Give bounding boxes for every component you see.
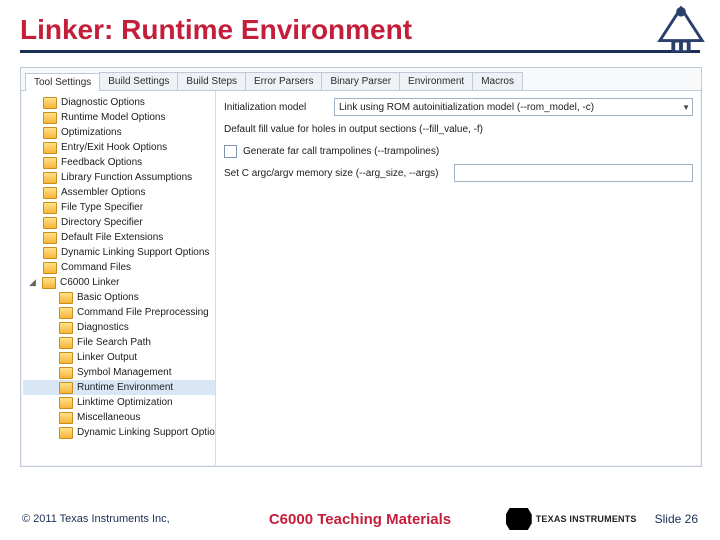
tree-label: Directory Specifier — [61, 217, 143, 228]
folder-icon — [43, 202, 57, 214]
tree-node[interactable]: Optimizations — [23, 125, 215, 140]
tree-node[interactable]: Basic Options — [23, 290, 215, 305]
tree-node[interactable]: Entry/Exit Hook Options — [23, 140, 215, 155]
tree-node[interactable]: Linker Output — [23, 350, 215, 365]
tree-label: Default File Extensions — [61, 232, 163, 243]
folder-icon — [43, 232, 57, 244]
folder-icon — [59, 322, 73, 334]
slide-footer: © 2011 Texas Instruments Inc, C6000 Teac… — [0, 508, 720, 530]
tree-label: Symbol Management — [77, 367, 172, 378]
tree-label: Library Function Assumptions — [61, 172, 192, 183]
tree-node[interactable]: File Search Path — [23, 335, 215, 350]
tree-node[interactable]: Command Files — [23, 260, 215, 275]
ti-logo-text: TEXAS INSTRUMENTS — [536, 514, 637, 524]
tree-node[interactable]: Miscellaneous — [23, 410, 215, 425]
tree-node[interactable]: Directory Specifier — [23, 215, 215, 230]
folder-icon — [59, 382, 73, 394]
tree-node[interactable]: Diagnostic Options — [23, 95, 215, 110]
folder-icon — [59, 397, 73, 409]
tree-node-linker[interactable]: ◢ C6000 Linker — [23, 275, 215, 290]
tree-label: Feedback Options — [61, 157, 142, 168]
tree-node[interactable]: Assembler Options — [23, 185, 215, 200]
tree-node[interactable]: Dynamic Linking Support Options — [23, 425, 215, 440]
tree-label: Linker Output — [77, 352, 137, 363]
tree-node[interactable]: Runtime Environment — [23, 380, 215, 395]
folder-icon — [43, 127, 57, 139]
folder-icon — [43, 112, 57, 124]
tree-label: Basic Options — [77, 292, 139, 303]
tree-label: Entry/Exit Hook Options — [61, 142, 167, 153]
ti-chip-icon — [506, 508, 532, 530]
fill-value-label: Default fill value for holes in output s… — [224, 124, 693, 135]
folder-icon — [43, 187, 57, 199]
arg-size-input[interactable] — [454, 164, 693, 182]
tree-node[interactable]: Linktime Optimization — [23, 395, 215, 410]
tree-node[interactable]: Symbol Management — [23, 365, 215, 380]
tree-label: Runtime Model Options — [61, 112, 166, 123]
page-title: Linker: Runtime Environment — [20, 14, 700, 46]
folder-icon — [59, 427, 73, 439]
trampolines-checkbox[interactable] — [224, 145, 237, 158]
folder-icon — [42, 277, 56, 289]
slide-number: Slide 26 — [655, 512, 698, 526]
tree-label: File Type Specifier — [61, 202, 143, 213]
tree-label: Dynamic Linking Support Options — [61, 247, 209, 258]
ti-logo: TEXAS INSTRUMENTS — [506, 508, 637, 530]
tree-label: Dynamic Linking Support Options — [77, 427, 216, 438]
folder-icon — [59, 337, 73, 349]
expand-icon[interactable]: ◢ — [29, 277, 38, 288]
folder-icon — [43, 172, 57, 184]
tab-build-settings[interactable]: Build Settings — [99, 72, 178, 90]
tree-label: Runtime Environment — [77, 382, 173, 393]
copyright-text: © 2011 Texas Instruments Inc, — [22, 513, 170, 525]
folder-icon — [43, 262, 57, 274]
settings-window: Tool Settings Build Settings Build Steps… — [20, 67, 702, 467]
chevron-down-icon: ▼ — [682, 103, 690, 112]
folder-icon — [43, 97, 57, 109]
tree-node[interactable]: Runtime Model Options — [23, 110, 215, 125]
tree-label: C6000 Linker — [60, 277, 119, 288]
tree-label: Optimizations — [61, 127, 122, 138]
tree-label: Assembler Options — [61, 187, 145, 198]
tab-bar: Tool Settings Build Settings Build Steps… — [21, 68, 701, 91]
tree-label: Command Files — [61, 262, 131, 273]
trampolines-label: Generate far call trampolines (--trampol… — [243, 146, 693, 157]
tree-node[interactable]: Library Function Assumptions — [23, 170, 215, 185]
tree-node[interactable]: Dynamic Linking Support Options — [23, 245, 215, 260]
technion-logo — [652, 6, 710, 56]
tree-label: File Search Path — [77, 337, 151, 348]
tree-node[interactable]: File Type Specifier — [23, 200, 215, 215]
tab-macros[interactable]: Macros — [472, 72, 523, 90]
folder-icon — [59, 412, 73, 424]
folder-icon — [59, 307, 73, 319]
tab-build-steps[interactable]: Build Steps — [177, 72, 246, 90]
options-tree[interactable]: Diagnostic Options Runtime Model Options O… — [21, 91, 216, 465]
folder-icon — [59, 292, 73, 304]
init-model-value: Link using ROM autoinitialization model … — [339, 102, 594, 113]
init-model-label: Initialization model — [224, 102, 334, 113]
folder-icon — [43, 142, 57, 154]
tree-label: Miscellaneous — [77, 412, 140, 423]
tab-error-parsers[interactable]: Error Parsers — [245, 72, 322, 90]
folder-icon — [59, 352, 73, 364]
folder-icon — [43, 217, 57, 229]
tree-node[interactable]: Default File Extensions — [23, 230, 215, 245]
form-panel: Initialization model Link using ROM auto… — [216, 91, 701, 465]
init-model-select[interactable]: Link using ROM autoinitialization model … — [334, 98, 693, 116]
tab-environment[interactable]: Environment — [399, 72, 473, 90]
tree-node[interactable]: Feedback Options — [23, 155, 215, 170]
tree-label: Diagnostic Options — [61, 97, 145, 108]
tree-label: Diagnostics — [77, 322, 129, 333]
folder-icon — [43, 247, 57, 259]
tree-label: Command File Preprocessing — [77, 307, 209, 318]
tree-node[interactable]: Command File Preprocessing — [23, 305, 215, 320]
arg-size-label: Set C argc/argv memory size (--arg_size,… — [224, 168, 454, 179]
folder-icon — [59, 367, 73, 379]
folder-icon — [43, 157, 57, 169]
tree-label: Linktime Optimization — [77, 397, 173, 408]
tab-binary-parser[interactable]: Binary Parser — [321, 72, 400, 90]
title-divider — [20, 50, 700, 53]
tree-node[interactable]: Diagnostics — [23, 320, 215, 335]
tab-tool-settings[interactable]: Tool Settings — [25, 73, 100, 91]
